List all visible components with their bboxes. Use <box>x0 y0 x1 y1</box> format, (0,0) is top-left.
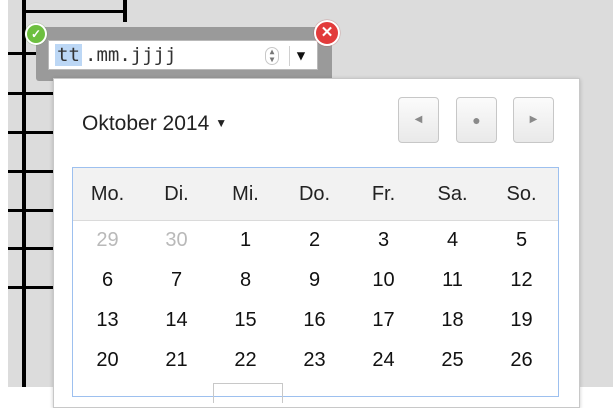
chevron-right-icon: ▶ <box>529 114 538 125</box>
close-icon[interactable]: ✕ <box>314 20 340 46</box>
day-cell[interactable]: 21 <box>142 340 211 380</box>
grid-line <box>8 92 55 95</box>
dot-icon: ● <box>472 112 481 128</box>
grid-line <box>22 10 127 13</box>
day-cell[interactable]: 14 <box>142 300 211 340</box>
grid-line <box>22 0 26 387</box>
day-cell[interactable]: 16 <box>280 300 349 340</box>
check-icon[interactable]: ✓ <box>25 23 47 45</box>
weekday-label: Sa. <box>437 183 468 205</box>
month-year-segment[interactable]: .mm.jjjj <box>85 44 177 66</box>
spinner-down-icon[interactable]: ▼ <box>266 56 278 64</box>
day-cell[interactable]: 29 <box>73 220 142 260</box>
day-cell[interactable]: 8 <box>211 260 280 300</box>
caret-down-icon: ▼ <box>215 116 228 130</box>
day-cell[interactable]: 20 <box>73 340 142 380</box>
day-cell[interactable]: 11 <box>418 260 487 300</box>
weekday-label: Fr. <box>371 183 396 205</box>
day-cell-outline <box>213 383 283 403</box>
calendar-grid: Mo. Di. Mi. Do. Fr. Sa. So. 29 30 1 2 3 4 5 6 7 8… <box>72 167 559 403</box>
day-cell[interactable]: 23 <box>280 340 349 380</box>
prev-month-button[interactable]: ◀ <box>398 97 439 143</box>
weekday-label: So. <box>506 183 537 205</box>
grid-line <box>8 209 55 212</box>
day-cell[interactable]: 15 <box>211 300 280 340</box>
day-cell[interactable]: 5 <box>487 220 556 260</box>
date-input[interactable]: tt .mm.jjjj ▲ ▼ ▼ <box>48 40 318 70</box>
day-cell[interactable]: 3 <box>349 220 418 260</box>
day-cell[interactable]: 24 <box>349 340 418 380</box>
day-cell[interactable]: 9 <box>280 260 349 300</box>
day-cell[interactable]: 25 <box>418 340 487 380</box>
day-cell[interactable]: 6 <box>73 260 142 300</box>
weekday-label: Do. <box>298 183 331 205</box>
grid-line <box>8 52 38 55</box>
day-cell[interactable]: 7 <box>142 260 211 300</box>
day-segment[interactable]: tt <box>55 44 82 66</box>
day-cell[interactable]: 4 <box>418 220 487 260</box>
day-cell[interactable]: 13 <box>73 300 142 340</box>
date-spinner[interactable]: ▲ ▼ <box>265 47 279 65</box>
grid-line <box>8 247 55 250</box>
day-cell[interactable]: 30 <box>142 220 211 260</box>
day-cell[interactable]: 1 <box>211 220 280 260</box>
grid-line <box>8 131 55 134</box>
weekday-label: Mi. <box>232 183 259 205</box>
day-cell[interactable]: 22 <box>211 340 280 380</box>
grid-line <box>8 170 55 173</box>
month-label: Oktober 2014 <box>82 112 210 135</box>
day-cell[interactable]: 17 <box>349 300 418 340</box>
weekday-header: Mo. Di. Mi. Do. Fr. Sa. So. <box>73 168 558 221</box>
dropdown-arrow-icon[interactable]: ▼ <box>289 46 312 66</box>
chevron-left-icon: ◀ <box>414 114 423 125</box>
day-cell[interactable]: 19 <box>487 300 556 340</box>
canvas-margin <box>0 0 8 387</box>
day-cell[interactable]: 10 <box>349 260 418 300</box>
weekday-label: Mo. <box>90 183 125 205</box>
day-cell[interactable]: 2 <box>280 220 349 260</box>
today-button[interactable]: ● <box>456 97 497 143</box>
day-cell[interactable]: 12 <box>487 260 556 300</box>
grid-line <box>8 286 55 289</box>
day-cell[interactable]: 26 <box>487 340 556 380</box>
month-selector[interactable]: Oktober 2014 ▼ <box>82 112 227 136</box>
day-cell[interactable]: 18 <box>418 300 487 340</box>
next-month-button[interactable]: ▶ <box>513 97 554 143</box>
weekday-label: Di. <box>164 183 189 205</box>
